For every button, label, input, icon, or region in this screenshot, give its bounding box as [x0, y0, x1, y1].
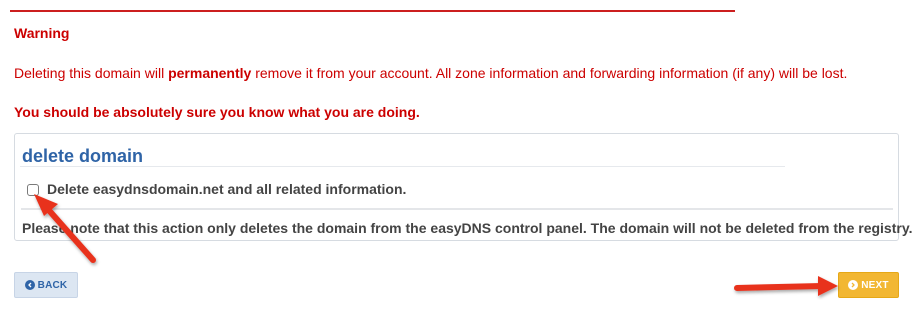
delete-domain-panel: delete domain Delete easydnsdomain.net a…	[14, 133, 912, 241]
chevron-right-circle-icon	[848, 280, 859, 290]
warning-message: Deleting this domain will permanently re…	[14, 65, 847, 81]
warning-message-emphasis: permanently	[168, 65, 252, 81]
delete-confirm-checkbox[interactable]	[27, 184, 39, 196]
next-button[interactable]: NEXT	[838, 272, 899, 298]
panel-title: delete domain	[22, 146, 144, 166]
arrow-to-next-icon	[734, 276, 838, 296]
panel-title-divider	[20, 166, 785, 167]
warning-message-end: remove it from your account. All zone in…	[251, 65, 848, 81]
delete-note: Please note that this action only delete…	[22, 220, 913, 236]
top-divider	[10, 10, 735, 12]
panel-divider	[21, 208, 893, 210]
warning-message-start: Deleting this domain will	[14, 65, 169, 81]
delete-confirm-label[interactable]: Delete easydnsdomain.net and all related…	[47, 181, 406, 197]
back-button-label: BACK	[37, 279, 68, 291]
next-button-label: NEXT	[861, 279, 889, 291]
back-button[interactable]: BACK	[14, 272, 78, 298]
warning-caution: You should be absolutely sure you know w…	[14, 104, 420, 120]
warning-title: Warning	[14, 25, 70, 41]
chevron-left-circle-icon	[24, 280, 35, 290]
